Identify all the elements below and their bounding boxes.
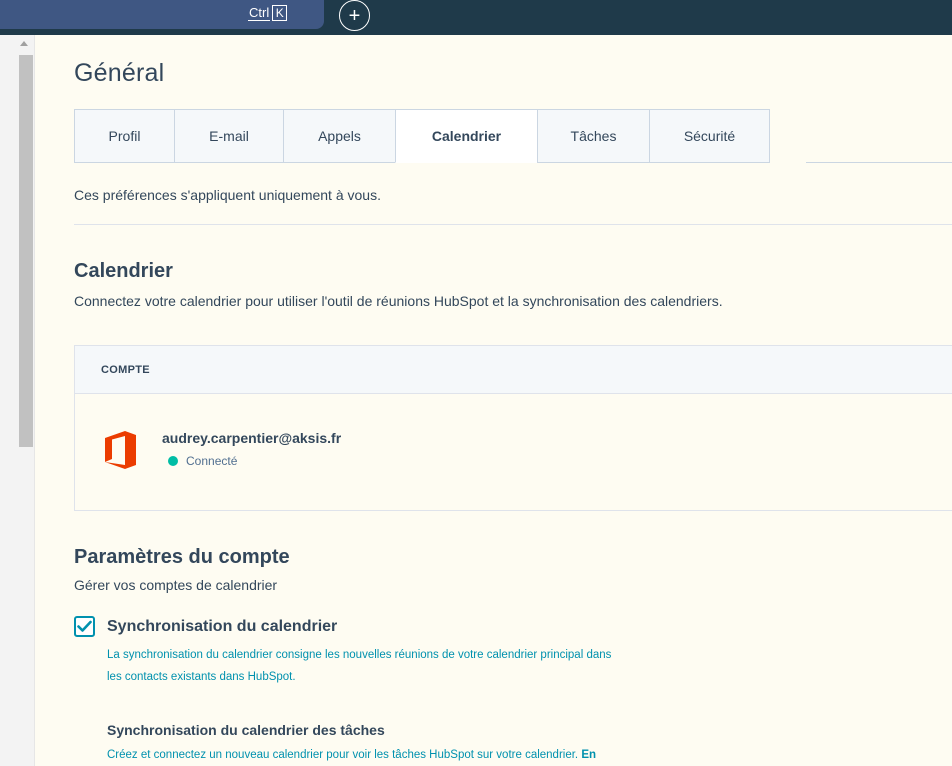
calendar-sync-help-line2: les contacts existants dans HubSpot. — [107, 671, 296, 683]
account-settings-description: Gérer vos comptes de calendrier — [74, 577, 278, 593]
create-new-button[interactable]: + — [339, 0, 370, 31]
settings-content: Général Profil E-mail Appels Calendrier … — [36, 35, 952, 766]
tab-profil[interactable]: Profil — [74, 109, 174, 163]
search-shortcut-hint: Ctrl K — [248, 4, 288, 21]
tab-taches[interactable]: Tâches — [537, 109, 649, 163]
account-settings-title: Paramètres du compte — [74, 546, 290, 568]
shortcut-key: K — [272, 4, 288, 21]
office-icon — [105, 431, 136, 469]
calendar-section-description: Connectez votre calendrier pour utiliser… — [74, 293, 723, 309]
top-navigation-bar: Ctrl K + — [0, 0, 952, 35]
scrollbar-thumb[interactable] — [19, 55, 33, 447]
global-search-bar[interactable]: Ctrl K — [0, 0, 324, 29]
shortcut-ctrl: Ctrl — [248, 4, 271, 21]
calendar-sync-checkbox[interactable] — [74, 616, 95, 637]
calendar-sync-help-line1: La synchronisation du calendrier consign… — [107, 649, 612, 661]
checkmark-icon — [77, 620, 92, 632]
scrollbar[interactable] — [0, 35, 35, 766]
learn-more-link[interactable]: En — [581, 749, 596, 761]
account-table-header: COMPTE — [75, 346, 952, 394]
calendar-sync-help: La synchronisation du calendrier consign… — [107, 644, 747, 688]
status-dot-icon — [168, 456, 178, 466]
account-table: COMPTE audrey.carpentier@aksis.fr Connec… — [74, 345, 952, 511]
settings-tabs: Profil E-mail Appels Calendrier Tâches S… — [74, 109, 770, 163]
task-calendar-sync-title: Synchronisation du calendrier des tâches — [107, 722, 385, 738]
preferences-notice: Ces préférences s'appliquent uniquement … — [74, 187, 381, 203]
section-divider — [74, 224, 952, 225]
task-calendar-sync-help: Créez et connectez un nouveau calendrier… — [107, 749, 596, 761]
account-email: audrey.carpentier@aksis.fr — [162, 430, 342, 446]
calendar-sync-label[interactable]: Synchronisation du calendrier — [107, 618, 337, 636]
tab-securite[interactable]: Sécurité — [649, 109, 770, 163]
tabs-divider — [806, 162, 952, 163]
page-title: Général — [74, 59, 165, 87]
account-status-label: Connecté — [186, 454, 238, 468]
calendar-section-title: Calendrier — [74, 260, 173, 282]
account-status: Connecté — [168, 454, 237, 468]
tab-email[interactable]: E-mail — [174, 109, 283, 163]
scroll-up-arrow-icon[interactable] — [20, 41, 28, 46]
tab-calendrier[interactable]: Calendrier — [395, 109, 537, 163]
tab-appels[interactable]: Appels — [283, 109, 395, 163]
task-sync-help-text: Créez et connectez un nouveau calendrier… — [107, 749, 579, 761]
